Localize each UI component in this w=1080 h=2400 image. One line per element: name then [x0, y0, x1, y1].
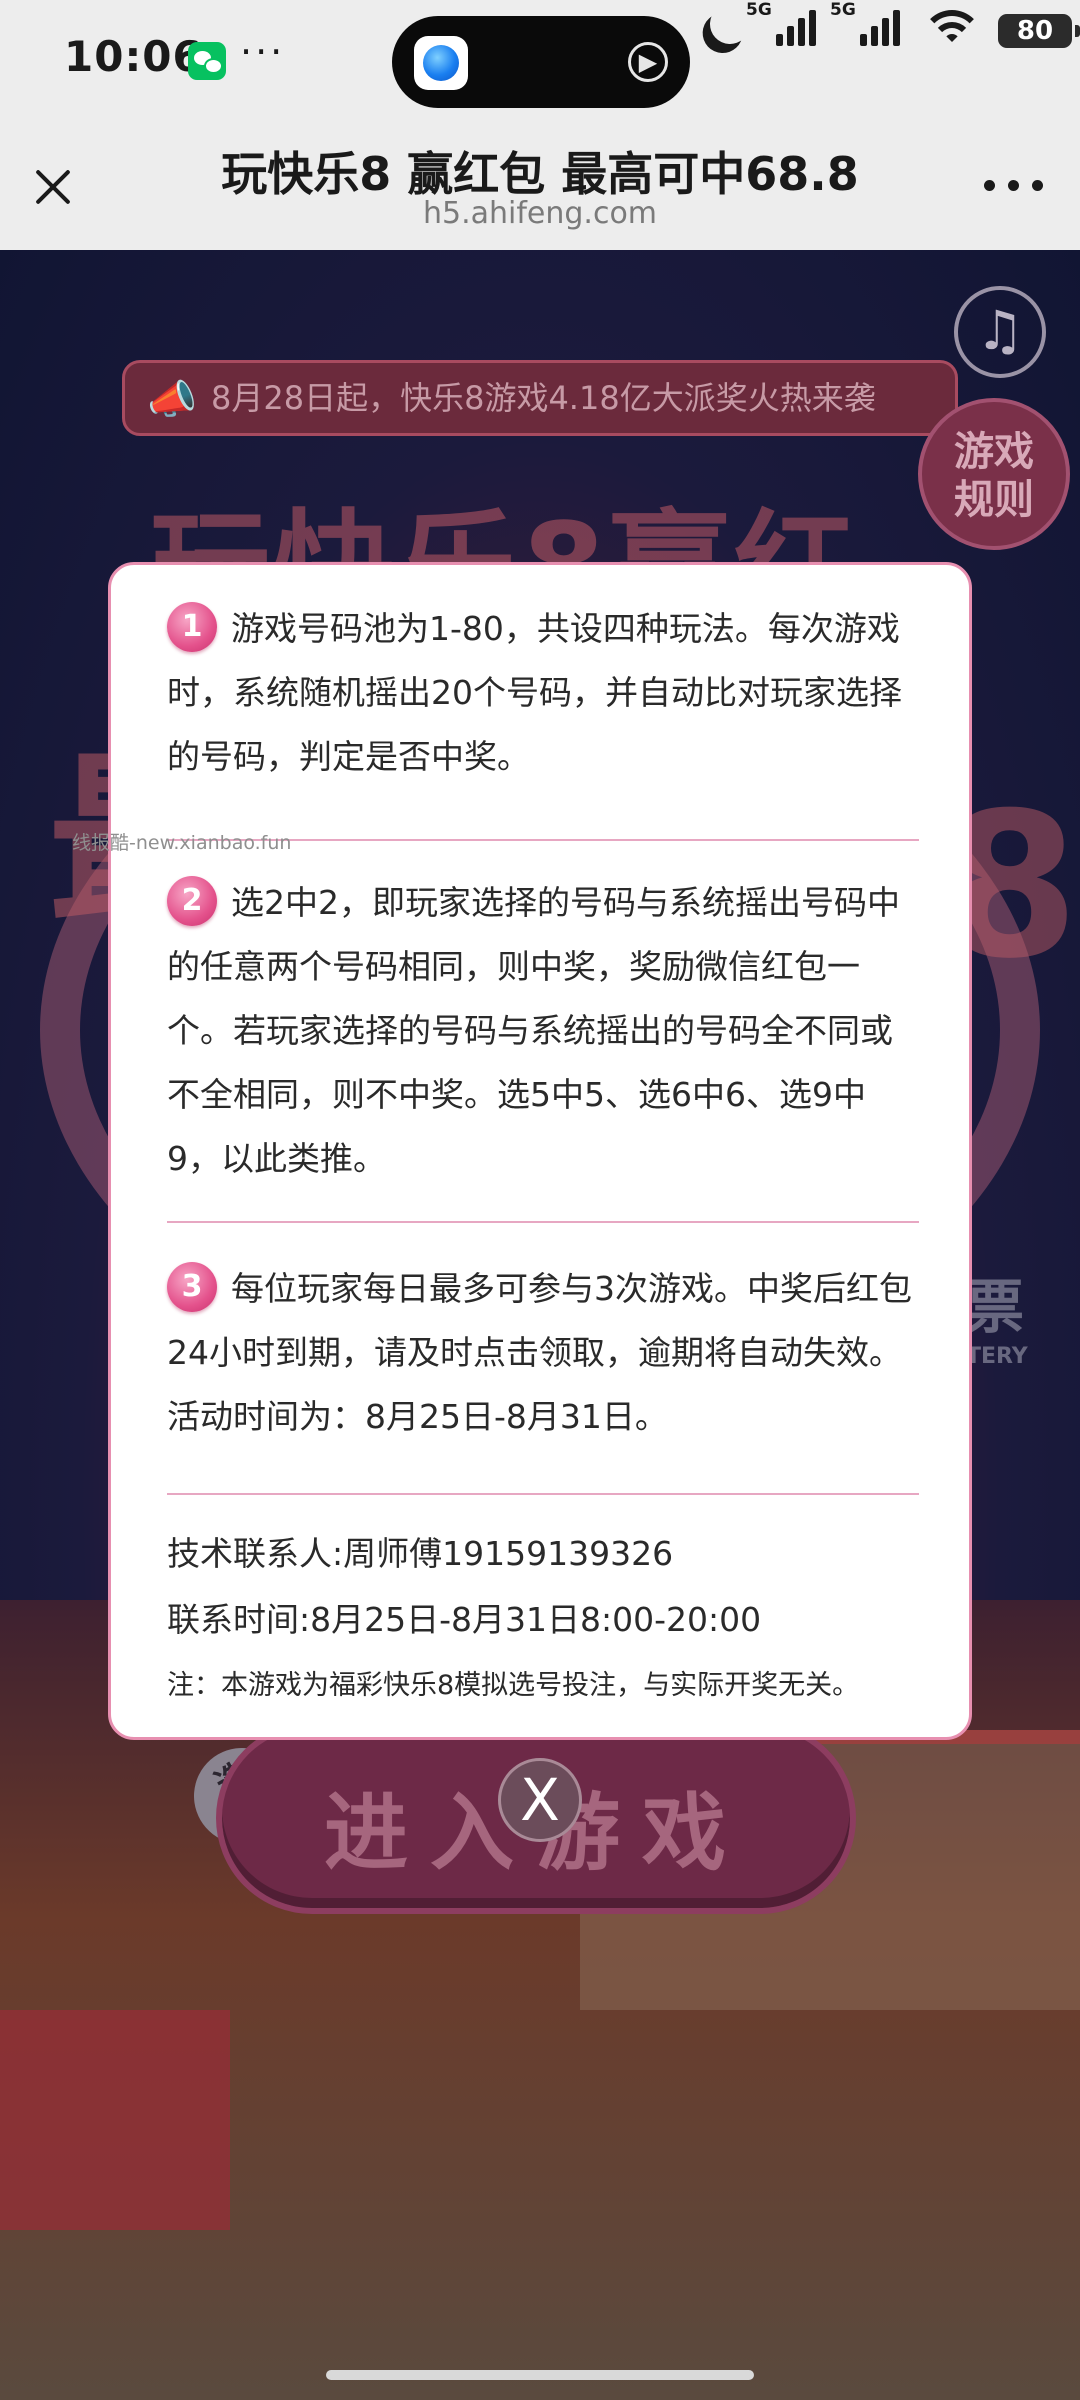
lottery-sign: 票 TERY	[966, 1260, 1080, 1390]
contact-person: 技术联系人:周师傅19159139326	[167, 1534, 674, 1573]
music-icon[interactable]: ♫	[954, 286, 1046, 378]
rule-item: 1 游戏号码池为1-80，共设四种玩法。每次游戏时，系统随机摇出20个号码，并自动…	[167, 597, 919, 789]
wifi-icon	[924, 6, 980, 50]
page-title: 玩快乐8 赢红包 最高可中68.8	[221, 147, 859, 201]
rule-text: 每位玩家每日最多可参与3次游戏。中奖后红包24小时到期，请及时点击领取，逾期将自…	[167, 1269, 912, 1436]
wechat-icon	[188, 42, 226, 80]
network-label: 5G	[830, 0, 856, 20]
rule-item: 2 选2中2，即玩家选择的号码与系统摇出号码中的任意两个号码相同，则中奖，奖励微信…	[167, 871, 919, 1191]
rule-number-badge: 1	[167, 602, 217, 652]
status-time: 10:06	[64, 32, 203, 81]
network-label: 5G	[746, 0, 772, 20]
divider	[167, 1493, 919, 1495]
announcement-text: 8月28日起，快乐8游戏4.18亿大派奖火热来袭	[211, 379, 876, 417]
more-icon[interactable]	[984, 178, 1044, 194]
rule-number-badge: 3	[167, 1262, 217, 1312]
play-icon[interactable]: ▶	[628, 42, 668, 82]
modal-close-button[interactable]: X	[498, 1758, 582, 1842]
disclaimer-note: 注：本游戏为福彩快乐8模拟选号投注，与实际开奖无关。	[167, 1670, 860, 1701]
rules-button[interactable]: 游戏 规则	[918, 398, 1070, 550]
speaker-icon: 📣	[147, 377, 197, 423]
app-icon[interactable]	[414, 36, 468, 90]
rules-button-line1: 游戏	[954, 429, 1034, 475]
lottery-sign-subtext: TERY	[966, 1344, 1028, 1369]
more-notifications-icon: ···	[240, 30, 286, 74]
watermark: 线报酷-new.xianbao.fun	[72, 832, 292, 854]
gift-box-illustration	[0, 2010, 230, 2230]
wechat-nav-bar: 玩快乐8 赢红包 最高可中68.8 h5.ahifeng.com	[0, 124, 1080, 250]
page-url: h5.ahifeng.com	[422, 196, 658, 231]
status-bar: 10:06 ··· ▶ 5G 5G 80	[0, 0, 1080, 124]
lottery-sign-text: 票	[966, 1273, 1025, 1341]
rule-text: 游戏号码池为1-80，共设四种玩法。每次游戏时，系统随机摇出20个号码，并自动比…	[167, 609, 902, 776]
dynamic-island[interactable]: ▶	[392, 16, 690, 108]
signal-icon: 5G	[830, 0, 910, 50]
divider	[167, 1221, 919, 1223]
contact-time: 联系时间:8月25日-8月31日8:00-20:00	[167, 1600, 762, 1639]
rules-modal: 1 游戏号码池为1-80，共设四种玩法。每次游戏时，系统随机摇出20个号码，并自动…	[108, 562, 972, 1740]
rule-text: 选2中2，即玩家选择的号码与系统摇出号码中的任意两个号码相同，则中奖，奖励微信红…	[167, 883, 900, 1178]
signal-icon: 5G	[746, 0, 826, 50]
battery-icon: 80	[998, 14, 1080, 48]
announcement-marquee: 📣 8月28日起，快乐8游戏4.18亿大派奖火热来袭	[122, 360, 958, 436]
home-indicator[interactable]	[326, 2370, 754, 2380]
rules-button-line2: 规则	[954, 477, 1034, 523]
rule-item: 3 每位玩家每日最多可参与3次游戏。中奖后红包24小时到期，请及时点击领取，逾期将…	[167, 1257, 919, 1449]
rule-number-badge: 2	[167, 876, 217, 926]
